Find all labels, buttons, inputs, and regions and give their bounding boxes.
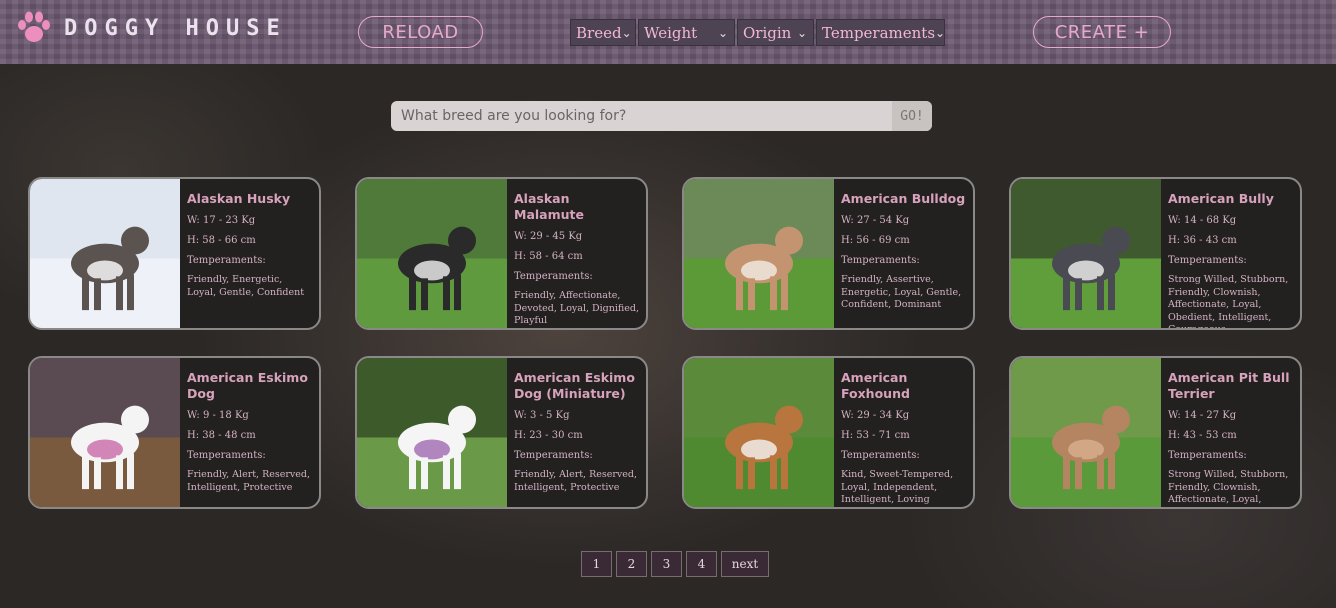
temperaments-label: Temperaments: [841,255,920,266]
dog-photo [1011,179,1161,328]
dog-photo [684,358,834,507]
breed-temperaments: Friendly, Alert, Reserved, Intelligent, … [514,469,637,493]
breed-card[interactable]: Alaskan Husky W: 17 - 23 Kg H: 58 - 66 cm T… [28,177,321,330]
chevron-down-icon: ⌄ [935,25,946,40]
breed-name: Alaskan Husky [187,191,291,206]
search-bar: GO! [391,101,932,131]
create-button[interactable]: CREATE + [1033,16,1171,48]
filter-select-origin[interactable]: Origin ⌄ [737,19,814,46]
search-go-button[interactable]: GO! [892,101,932,131]
breed-height: H: 53 - 71 cm [841,430,910,441]
filter-select-label: Temperaments [822,23,936,42]
temperaments-label: Temperaments: [841,450,920,461]
breed-weight: W: 14 - 68 Kg [1168,215,1237,226]
brand-name: DOGGY HOUSE [64,15,287,41]
filter-select-weight[interactable]: Weight ⌄ [638,19,735,46]
breed-height: H: 38 - 48 cm [187,430,256,441]
filter-select-temperaments[interactable]: Temperaments ⌄ [816,19,945,46]
filter-select-label: Origin [743,23,792,42]
breed-height: H: 58 - 66 cm [187,235,256,246]
breed-card[interactable]: American Eskimo Dog (Miniature) W: 3 - 5 … [355,356,648,509]
breed-name: American Eskimo Dog [187,370,308,401]
breed-card[interactable]: Alaskan Malamute W: 29 - 45 Kg H: 58 - 64 … [355,177,648,330]
breed-weight: W: 3 - 5 Kg [514,410,570,421]
page-button-4[interactable]: 4 [686,551,717,577]
breed-info: American Eskimo Dog (Miniature) W: 3 - 5 … [507,358,646,507]
breed-card[interactable]: American Bully W: 14 - 68 Kg H: 36 - 43 cm… [1009,177,1302,330]
breed-temperaments: Strong Willed, Stubborn, Friendly, Clown… [1168,274,1289,328]
dog-photo [1011,358,1161,507]
chevron-down-icon: ⌄ [717,25,728,40]
breed-height: H: 43 - 53 cm [1168,430,1237,441]
breed-weight: W: 9 - 18 Kg [187,410,249,421]
breed-weight: W: 27 - 54 Kg [841,215,910,226]
filter-select-label: Breed [576,23,622,42]
breed-name: American Foxhound [841,370,910,401]
breed-weight: W: 29 - 34 Kg [841,410,910,421]
filter-select-label: Weight [644,23,698,42]
search-input[interactable] [391,101,892,131]
breed-info: American Eskimo Dog W: 9 - 18 Kg H: 38 - 4… [180,358,319,507]
reload-button[interactable]: RELOAD [358,16,483,48]
next-page-button[interactable]: next [721,551,769,577]
temperaments-label: Temperaments: [514,271,593,282]
breed-temperaments: Friendly, Assertive, Energetic, Loyal, G… [841,274,962,310]
pagination: 1 2 3 4 next [581,551,773,577]
breed-temperaments: Kind, Sweet-Tempered, Loyal, Independent… [841,469,954,505]
breed-card[interactable]: American Foxhound W: 29 - 34 Kg H: 53 - 71… [682,356,975,509]
temperaments-label: Temperaments: [187,450,266,461]
breed-height: H: 58 - 64 cm [514,251,583,262]
temperaments-label: Temperaments: [514,450,593,461]
breed-info: American Foxhound W: 29 - 34 Kg H: 53 - 71… [834,358,973,507]
breed-info: Alaskan Malamute W: 29 - 45 Kg H: 58 - 64 … [507,179,646,328]
breed-height: H: 36 - 43 cm [1168,235,1237,246]
temperaments-label: Temperaments: [1168,255,1247,266]
breed-temperaments: Friendly, Energetic, Loyal, Gentle, Conf… [187,274,305,298]
chevron-down-icon: ⌄ [621,25,632,40]
breed-name: American Bully [1168,191,1274,206]
dog-photo [357,179,507,328]
breed-height: H: 56 - 69 cm [841,235,910,246]
top-header: DOGGY HOUSE RELOAD Breed ⌄ Weight ⌄ Origin ⌄ T… [0,0,1336,64]
temperaments-label: Temperaments: [187,255,266,266]
dog-photo [30,358,180,507]
page-button-1[interactable]: 1 [581,551,612,577]
breed-card[interactable]: American Eskimo Dog W: 9 - 18 Kg H: 38 - 4… [28,356,321,509]
breed-weight: W: 29 - 45 Kg [514,231,583,242]
filter-select-breed[interactable]: Breed ⌄ [570,19,636,46]
breed-name: American Eskimo Dog (Miniature) [514,370,635,401]
breed-info: Alaskan Husky W: 17 - 23 Kg H: 58 - 66 cm T… [180,179,319,328]
chevron-down-icon: ⌄ [796,25,807,40]
filter-bar: Breed ⌄ Weight ⌄ Origin ⌄ Temperaments ⌄ [570,19,947,46]
breed-temperaments: Friendly, Affectionate, Devoted, Loyal, … [514,290,639,326]
breed-card[interactable]: American Pit Bull Terrier W: 14 - 27 Kg H:… [1009,356,1302,509]
dog-photo [684,179,834,328]
logo[interactable]: DOGGY HOUSE [16,10,287,46]
breed-temperaments: Friendly, Alert, Reserved, Intelligent, … [187,469,310,493]
breed-info: American Pit Bull Terrier W: 14 - 27 Kg H:… [1161,358,1300,507]
temperaments-label: Temperaments: [1168,450,1247,461]
breed-weight: W: 17 - 23 Kg [187,215,256,226]
breed-info: American Bully W: 14 - 68 Kg H: 36 - 43 cm… [1161,179,1300,328]
breed-info: American Bulldog W: 27 - 54 Kg H: 56 - 69 … [834,179,973,328]
dog-photo [357,358,507,507]
breed-name: American Pit Bull Terrier [1168,370,1290,401]
page-button-3[interactable]: 3 [651,551,682,577]
breed-temperaments: Strong Willed, Stubborn, Friendly, Clown… [1168,469,1289,507]
breed-weight: W: 14 - 27 Kg [1168,410,1237,421]
breed-name: American Bulldog [841,191,966,206]
paw-icon [18,11,50,42]
breed-height: H: 23 - 30 cm [514,430,583,441]
breed-name: Alaskan Malamute [514,191,584,222]
breed-card[interactable]: American Bulldog W: 27 - 54 Kg H: 56 - 69 … [682,177,975,330]
dog-photo [30,179,180,328]
page-button-2[interactable]: 2 [616,551,647,577]
